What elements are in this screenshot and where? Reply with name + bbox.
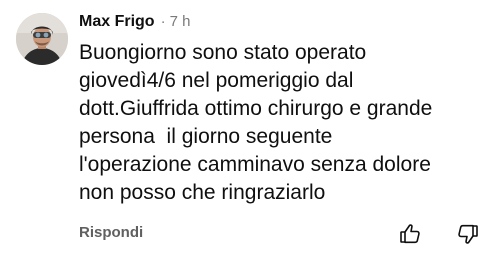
- comment-line: giovedì4/6 nel pomeriggio dal: [79, 69, 354, 92]
- comment-line: Buongiorno sono stato operato: [79, 41, 367, 64]
- reply-button[interactable]: Rispondi: [79, 224, 143, 241]
- comment-line: persona il giorno seguente: [79, 125, 333, 148]
- avatar-image: [16, 13, 68, 65]
- avatar[interactable]: [16, 13, 68, 65]
- comment-line: dott.Giuffrida ottimo chirurgo e grande: [79, 97, 433, 120]
- thumb-down-icon[interactable]: [456, 222, 480, 246]
- comment-text: Buongiorno sono stato operato giovedì4/6…: [79, 39, 491, 207]
- author-name[interactable]: Max Frigo: [79, 13, 155, 31]
- thumb-up-icon[interactable]: [398, 222, 422, 246]
- comment-line: non posso che ringraziarlo: [79, 181, 326, 204]
- timestamp[interactable]: 7 h: [170, 13, 191, 30]
- separator-dot: ·: [160, 13, 166, 30]
- comment-header: Max Frigo · 7 h: [79, 13, 190, 33]
- comment: Max Frigo · 7 h Buongiorno sono stato op…: [0, 0, 500, 259]
- comment-line: l'operazione camminavo senza dolore: [79, 153, 431, 176]
